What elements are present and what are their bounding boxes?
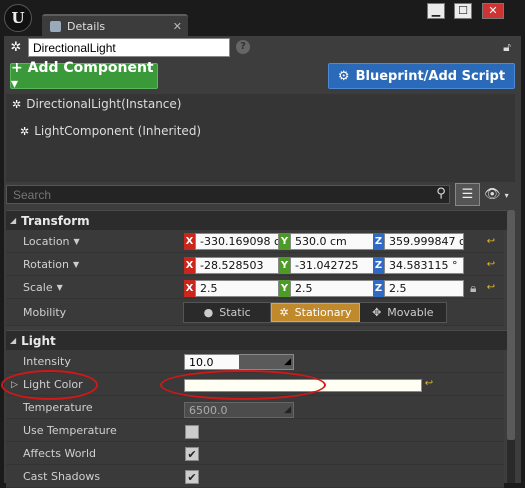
scale-z-field[interactable]: 2.5 <box>384 280 464 297</box>
axis-z-label: Z <box>373 280 384 297</box>
maximize-button[interactable]: ☐ <box>454 3 472 19</box>
use-temperature-checkbox[interactable] <box>185 425 199 439</box>
rotation-fields: X -28.528503 Y -31.042725 Z 34.583115 ° <box>184 257 484 274</box>
chevron-down-icon: ▼ <box>56 283 63 292</box>
stationary-icon: ✲ <box>279 306 289 319</box>
mobility-stationary-button[interactable]: ✲ Stationary <box>271 303 360 322</box>
light-actor-icon: ✲ <box>10 40 22 55</box>
details-icon <box>50 20 61 32</box>
unreal-logo-icon: U <box>4 4 32 32</box>
section-title: Light <box>21 333 56 348</box>
axis-y-label: Y <box>279 280 290 297</box>
add-component-button[interactable]: + Add Component ▾ <box>10 60 158 92</box>
location-label[interactable]: Location ▼ <box>23 230 80 253</box>
reset-arrow-icon[interactable]: ↩ <box>486 260 496 270</box>
resize-corner-icon: ◢ <box>284 405 291 415</box>
visibility-filter-button[interactable]: 👁︎ ▾ <box>484 186 516 204</box>
location-y-field[interactable]: 530.0 cm <box>290 233 374 250</box>
location-label-text: Location <box>23 235 70 248</box>
mobility-option-label: Stationary <box>294 306 352 319</box>
axis-x-label: X <box>184 280 195 297</box>
mobility-label: Mobility <box>23 306 67 319</box>
help-icon[interactable]: ? <box>236 40 250 54</box>
light-component-icon: ✲ <box>20 124 30 138</box>
intensity-slider[interactable]: 10.0 ◢ <box>184 354 294 370</box>
affects-world-label: Affects World <box>23 447 96 460</box>
location-z-field[interactable]: 359.999847 cr <box>384 233 464 250</box>
blueprint-add-script-button[interactable]: ⚙ Blueprint/Add Script <box>328 63 515 89</box>
tab-details[interactable]: Details ✕ <box>42 14 188 36</box>
location-fields: X -330.169098 c Y 530.0 cm Z 359.999847 … <box>184 233 484 250</box>
mobility-option-label: Static <box>219 306 251 319</box>
section-header-transform[interactable]: ◢ Transform <box>6 210 514 230</box>
tab-details-label: Details <box>67 19 106 33</box>
reset-arrow-icon[interactable]: ↩ <box>486 237 496 247</box>
component-item-instance[interactable]: ✲ DirectionalLight(Instance) <box>12 95 181 113</box>
mobility-toggle: ● Static ✲ Stationary ✥ Movable <box>183 302 447 323</box>
search-icon: ⚲ <box>436 186 446 201</box>
light-actor-icon: ✲ <box>12 97 22 111</box>
affects-world-checkbox[interactable]: ✔ <box>185 447 199 461</box>
rotation-z-field[interactable]: 34.583115 ° <box>384 257 464 274</box>
mobility-option-label: Movable <box>387 306 434 319</box>
reset-arrow-icon[interactable]: ↩ <box>424 379 434 389</box>
chevron-down-icon: ▾ <box>504 191 509 200</box>
axis-x-label: X <box>184 257 195 274</box>
intensity-value: 10.0 <box>189 356 214 369</box>
rotation-label[interactable]: Rotation ▼ <box>23 253 79 276</box>
close-window-button[interactable]: ✕ <box>482 3 504 19</box>
temperature-value: 6500.0 <box>189 404 228 417</box>
view-options-button[interactable]: ☰ <box>455 183 480 206</box>
component-item-lightcomponent[interactable]: ✲ LightComponent (Inherited) <box>20 122 201 140</box>
static-icon: ● <box>203 306 214 319</box>
search-input[interactable] <box>6 185 450 204</box>
lock-icon[interactable]: 🔓︎ <box>500 40 514 56</box>
lock-icon[interactable]: 🔒︎ <box>470 281 476 296</box>
eye-icon: 👁︎ <box>484 187 501 202</box>
actor-name-input[interactable] <box>28 38 230 57</box>
location-x-field[interactable]: -330.169098 c <box>195 233 279 250</box>
axis-y-label: Y <box>279 257 290 274</box>
blueprint-icon: ⚙ <box>337 68 350 84</box>
rotation-label-text: Rotation <box>23 258 70 271</box>
use-temperature-label: Use Temperature <box>23 424 117 437</box>
annotation-ellipse-swatch <box>160 370 326 400</box>
blueprint-label: Blueprint/Add Script <box>355 68 506 84</box>
cast-shadows-checkbox[interactable]: ✔ <box>185 470 199 484</box>
component-label: DirectionalLight(Instance) <box>26 97 182 111</box>
mobility-static-button[interactable]: ● Static <box>184 303 272 322</box>
move-icon: ✥ <box>372 306 382 319</box>
scale-label-text: Scale <box>23 281 53 294</box>
axis-z-label: Z <box>373 233 384 250</box>
rotation-x-field[interactable]: -28.528503 <box>195 257 279 274</box>
rotation-y-field[interactable]: -31.042725 <box>290 257 374 274</box>
axis-x-label: X <box>184 233 195 250</box>
axis-y-label: Y <box>279 233 290 250</box>
temperature-field[interactable]: 6500.0 ◢ <box>184 402 294 418</box>
reset-arrow-icon[interactable]: ↩ <box>486 283 496 293</box>
scale-y-field[interactable]: 2.5 <box>290 280 374 297</box>
minimize-button[interactable]: ▁ <box>427 3 445 19</box>
collapse-triangle-icon: ◢ <box>10 216 17 225</box>
scale-fields: X 2.5 Y 2.5 Z 2.5 <box>184 280 484 297</box>
mobility-movable-button[interactable]: ✥ Movable <box>360 303 446 322</box>
scale-x-field[interactable]: 2.5 <box>195 280 279 297</box>
cast-shadows-label: Cast Shadows <box>23 470 101 483</box>
scale-label[interactable]: Scale ▼ <box>23 276 63 299</box>
section-header-light[interactable]: ◢ Light <box>6 330 514 350</box>
chevron-down-icon: ▼ <box>73 237 80 246</box>
resize-corner-icon: ◢ <box>284 357 291 367</box>
annotation-ellipse-label <box>1 370 98 400</box>
component-label: LightComponent (Inherited) <box>34 124 202 138</box>
tab-close-icon[interactable]: ✕ <box>173 20 182 33</box>
scrollbar-thumb[interactable] <box>507 210 515 440</box>
section-title: Transform <box>21 213 90 228</box>
collapse-triangle-icon: ◢ <box>10 336 17 345</box>
chevron-down-icon: ▼ <box>73 260 80 269</box>
axis-z-label: Z <box>373 257 384 274</box>
